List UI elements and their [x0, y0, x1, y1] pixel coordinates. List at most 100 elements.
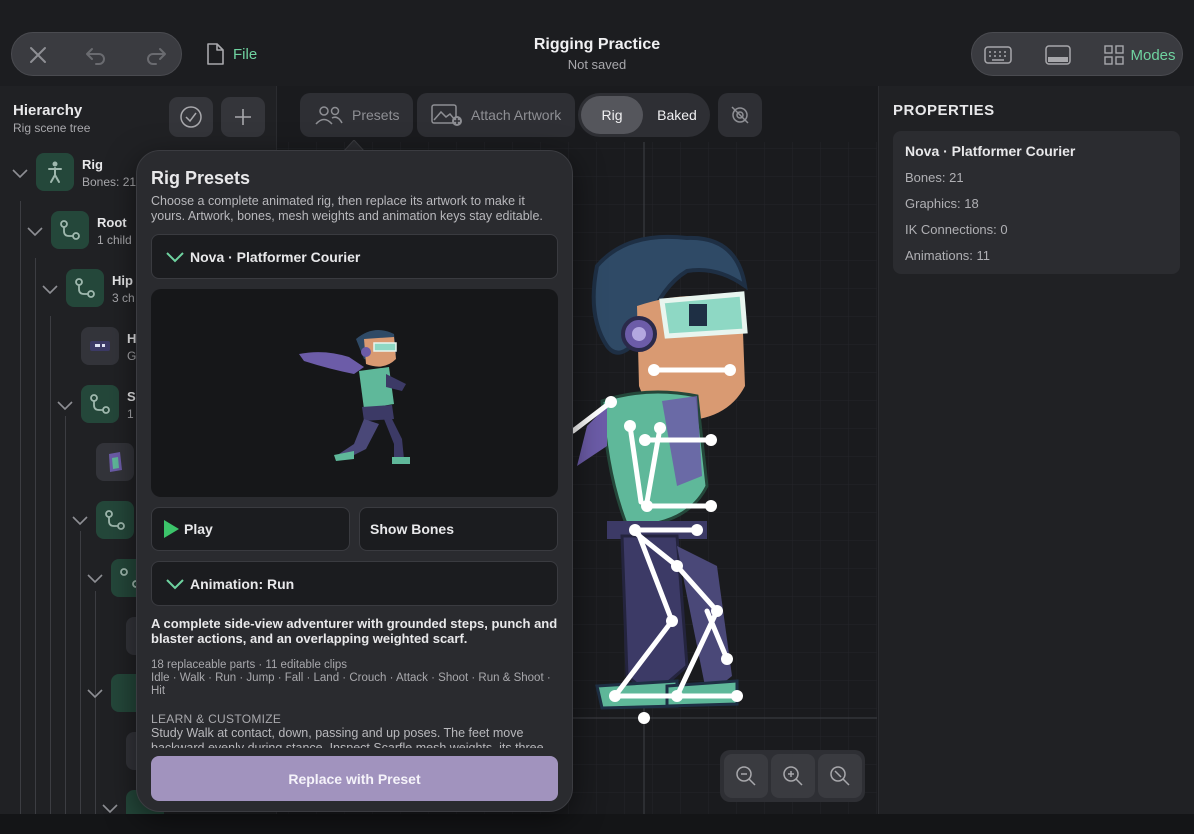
- zoom-in-button[interactable]: [771, 754, 815, 798]
- save-status: Not saved: [567, 57, 627, 72]
- redo-icon: [147, 48, 166, 65]
- baked-mode-tab[interactable]: Baked: [646, 96, 708, 134]
- play-button[interactable]: Play: [151, 507, 350, 551]
- tree-node-root[interactable]: [51, 211, 89, 249]
- person-icon: [48, 161, 62, 183]
- properties-title: PROPERTIES: [893, 102, 995, 119]
- hierarchy-subtitle: Rig scene tree: [13, 121, 91, 135]
- mode-segmented-control: Rig Baked: [578, 93, 710, 137]
- document-title-area: Rigging Practice Not saved: [447, 36, 747, 72]
- preset-stats: 18 replaceable parts · 11 editable clips…: [151, 659, 561, 698]
- people-icon: [315, 106, 343, 125]
- presets-label: Presets: [352, 107, 400, 123]
- rig-mode-tab[interactable]: Rig: [581, 96, 643, 134]
- tree-node-name: Rig: [82, 157, 103, 172]
- tree-node-bone[interactable]: [96, 501, 134, 539]
- preset-description: A complete side-view adventurer with gro…: [151, 616, 558, 646]
- undo-icon: [86, 48, 105, 65]
- tree-node-graphic[interactable]: [81, 327, 119, 365]
- modes-label: Modes: [1130, 46, 1176, 64]
- close-button[interactable]: [18, 39, 58, 71]
- rig-presets-popover: Rig Presets Choose a complete animated r…: [136, 150, 573, 812]
- check-circle-icon: [180, 106, 202, 128]
- attach-artwork-button[interactable]: Attach Artwork: [417, 93, 576, 137]
- play-icon: [164, 520, 179, 538]
- chevron-down-icon: [166, 251, 184, 262]
- tree-node-meta: Bones: 21: [82, 175, 137, 189]
- document-icon: [207, 43, 224, 65]
- modes-button[interactable]: Modes: [1100, 39, 1180, 71]
- hierarchy-title: Hierarchy: [13, 102, 83, 119]
- undo-button[interactable]: [76, 39, 116, 71]
- confirm-button[interactable]: [169, 97, 213, 137]
- animation-select[interactable]: Animation: Run: [151, 561, 558, 606]
- preset-preview: [151, 289, 558, 497]
- bone-icon: [60, 220, 80, 240]
- graphic-icon: [90, 341, 110, 351]
- visibility-toggle-button[interactable]: [718, 93, 762, 137]
- animations-count: Animations: 11: [905, 248, 991, 263]
- bone-icon: [90, 394, 110, 414]
- tree-node-meta: 3 ch: [112, 291, 135, 305]
- zoom-out-icon: [736, 766, 756, 786]
- zoom-out-button[interactable]: [724, 754, 768, 798]
- learn-heading: LEARN & CUSTOMIZE: [151, 712, 282, 726]
- preset-clip-list: Idle · Walk · Run · Jump · Fall · Land ·…: [151, 672, 551, 697]
- chevron-down-icon[interactable]: [85, 568, 105, 588]
- plus-icon: [235, 109, 251, 125]
- bottom-strip: [0, 814, 1194, 834]
- preset-select-value: Nova · Platformer Courier: [190, 248, 361, 265]
- tree-node-rig[interactable]: [36, 153, 74, 191]
- panel-toggle-button[interactable]: [1038, 39, 1078, 71]
- tree-node-spine[interactable]: [81, 385, 119, 423]
- bone-icon: [105, 510, 125, 530]
- redo-button[interactable]: [136, 39, 176, 71]
- panel-icon: [1045, 45, 1071, 65]
- zoom-in-icon: [783, 766, 803, 786]
- tree-node-meta: G: [127, 349, 137, 363]
- top-bar: File Rigging Practice Not saved Modes: [0, 0, 1194, 86]
- file-button[interactable]: File: [205, 40, 257, 68]
- tree-node-name: S: [127, 389, 136, 404]
- chevron-down-icon[interactable]: [40, 279, 60, 299]
- graphic-icon: [109, 452, 122, 472]
- chevron-down-icon[interactable]: [85, 683, 105, 703]
- play-label: Play: [184, 521, 213, 537]
- attach-artwork-label: Attach Artwork: [471, 107, 562, 123]
- edit-controls: [11, 32, 182, 76]
- hidden-icon: [731, 106, 749, 124]
- ik-count: IK Connections: 0: [905, 222, 1008, 237]
- preset-select[interactable]: Nova · Platformer Courier: [151, 234, 558, 279]
- chevron-down-icon: [166, 578, 184, 589]
- learn-text: Study Walk at contact, down, passing and…: [151, 726, 544, 748]
- replace-with-preset-button[interactable]: Replace with Preset: [151, 756, 558, 801]
- bones-count: Bones: 21: [905, 170, 964, 185]
- tree-node-hip[interactable]: [66, 269, 104, 307]
- character-thumbnail: [299, 330, 410, 464]
- chevron-down-icon[interactable]: [100, 798, 120, 814]
- grid-icon: [1104, 45, 1125, 65]
- tree-node-name: H: [127, 331, 137, 346]
- properties-panel: PROPERTIES Nova · Platformer Courier Bon…: [878, 86, 1194, 814]
- animation-select-value: Animation: Run: [190, 575, 295, 592]
- show-bones-button[interactable]: Show Bones: [359, 507, 558, 551]
- chevron-down-icon[interactable]: [10, 163, 30, 183]
- close-icon: [30, 47, 46, 63]
- popover-description: Choose a complete animated rig, then rep…: [151, 194, 543, 223]
- tree-node-graphic[interactable]: [96, 443, 134, 481]
- add-node-button[interactable]: [221, 97, 265, 137]
- view-controls: Modes: [971, 32, 1183, 76]
- document-title: Rigging Practice: [533, 36, 661, 53]
- keyboard-icon: [984, 46, 1012, 64]
- bone-icon: [75, 278, 95, 298]
- graphics-count: Graphics: 18: [905, 196, 979, 211]
- chevron-down-icon[interactable]: [55, 395, 75, 415]
- presets-button[interactable]: Presets: [300, 93, 414, 137]
- zoom-fit-button[interactable]: [818, 754, 862, 798]
- rig-name: Nova · Platformer Courier: [905, 143, 1076, 159]
- chevron-down-icon[interactable]: [70, 510, 90, 530]
- popover-title: Rig Presets: [151, 168, 251, 188]
- keyboard-button[interactable]: [978, 39, 1018, 71]
- show-bones-label: Show Bones: [370, 521, 455, 537]
- chevron-down-icon[interactable]: [25, 221, 45, 241]
